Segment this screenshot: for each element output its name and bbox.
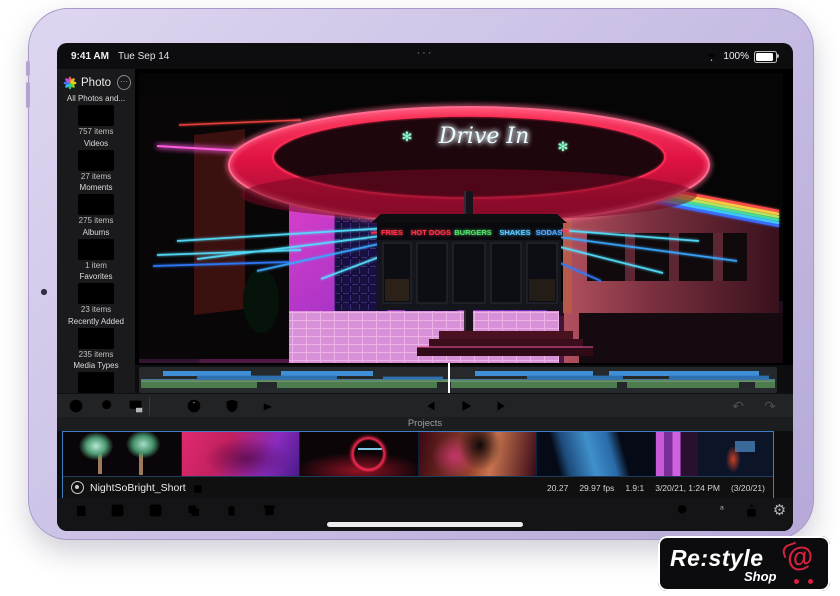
- sort-projects-icon[interactable]: [709, 502, 726, 519]
- add-shield-icon[interactable]: [223, 397, 241, 415]
- kiosk-sign-shakes: SHAKES: [499, 228, 530, 237]
- album-moments[interactable]: Moments 275 items: [57, 183, 135, 225]
- album-favorites[interactable]: Favorites 23 items: [57, 272, 135, 314]
- search-icon[interactable]: [99, 397, 117, 415]
- search-projects-icon[interactable]: [675, 502, 692, 519]
- front-camera: [41, 289, 47, 295]
- project-modified-date: 3/20/21, 1:24 PM: [655, 483, 720, 493]
- toolbar-divider: [149, 397, 150, 415]
- redo-icon[interactable]: ↷: [761, 397, 779, 415]
- library-options-icon[interactable]: ···: [117, 75, 131, 90]
- photos-app-icon: [63, 76, 77, 90]
- project-name[interactable]: NightSoBright_Short: [90, 482, 186, 494]
- neon-drive-in-scene: Drive In ✻ ✻: [139, 73, 783, 363]
- clip-info-icon[interactable]: [185, 397, 203, 415]
- album-recently-added[interactable]: Recently Added 235 items: [57, 317, 135, 359]
- multitasking-indicator[interactable]: ···: [57, 47, 793, 59]
- skip-to-end-icon[interactable]: [493, 397, 511, 415]
- filmstrip-frame-porch[interactable]: [656, 432, 774, 476]
- volume-down-button[interactable]: [26, 82, 30, 108]
- filmstrip-frame-pink-portrait[interactable]: [182, 432, 301, 476]
- project-aspect-ratio: 1.9:1: [625, 483, 644, 493]
- open-project-icon[interactable]: [71, 502, 88, 519]
- filmstrip-frame-palms[interactable]: [63, 432, 182, 476]
- folder-icon: [78, 372, 114, 393]
- video-preview-viewer[interactable]: Drive In ✻ ✻: [135, 69, 793, 365]
- project-framerate: 29.97 fps: [579, 483, 614, 493]
- playhead[interactable]: [448, 363, 450, 393]
- project-created-date: (3/20/21): [731, 483, 765, 493]
- library-layout-icon[interactable]: [127, 397, 145, 415]
- wifi-icon: [705, 50, 718, 63]
- new-project-icon[interactable]: [109, 502, 126, 519]
- album-all-photos[interactable]: All Photos and... 757 items: [57, 94, 135, 136]
- filmstrip-frame-blue-window[interactable]: [537, 432, 656, 476]
- archive-project-icon[interactable]: [261, 502, 278, 519]
- home-indicator[interactable]: [327, 522, 523, 527]
- project-duration: 20.27: [547, 483, 568, 493]
- project-filmstrip: [63, 432, 773, 476]
- volume-up-button[interactable]: [26, 61, 30, 76]
- undo-icon[interactable]: ↶: [729, 397, 747, 415]
- camera-heart-icon: [78, 283, 114, 304]
- folder-icon: [78, 105, 114, 126]
- battery-icon: [754, 51, 777, 63]
- play-icon[interactable]: [457, 397, 475, 415]
- duplicate-project-icon[interactable]: [185, 502, 202, 519]
- projects-toolbar: ⚙: [57, 498, 793, 531]
- media-library-sidebar: Photo ··· All Photos and... 757 items Vi…: [57, 69, 135, 393]
- filmstrip-frame-drive-in-sign[interactable]: [300, 432, 419, 476]
- album-albums[interactable]: Albums 1 item: [57, 228, 135, 270]
- marquee-neon-text: Drive In: [438, 124, 530, 149]
- kiosk-sign-hotdogs: HOT DOGS: [411, 228, 451, 237]
- project-notes-icon[interactable]: [192, 482, 204, 494]
- svg-text:✻: ✻: [402, 129, 413, 144]
- filmstrip-frame-face[interactable]: [419, 432, 538, 476]
- library-album-list: All Photos and... 757 items Videos 27 it…: [57, 92, 135, 406]
- album-videos[interactable]: Videos 27 items: [57, 139, 135, 181]
- skip-to-start-icon[interactable]: [421, 397, 439, 415]
- cart-wheel-icon: [808, 579, 813, 584]
- video-camera-icon: [78, 150, 114, 171]
- logo-brand-text: Re:style: [670, 545, 763, 572]
- camera-clock-icon: [78, 194, 114, 215]
- camera-icon: [78, 239, 114, 260]
- kiosk-sign-sodas: SODAS: [536, 228, 563, 237]
- status-bar: 9:41 AMTue Sep 14 ··· 100%: [57, 43, 793, 69]
- project-selected-radio-icon[interactable]: [71, 481, 84, 494]
- main-toolbar: ↶ ↷: [57, 393, 793, 418]
- svg-text:✻: ✻: [558, 139, 569, 154]
- share-project-icon[interactable]: [743, 502, 760, 519]
- battery-percent: 100%: [723, 51, 749, 62]
- project-info-row: NightSoBright_Short 20.27 29.97 fps 1.9:…: [63, 476, 773, 498]
- app-screen: 9:41 AMTue Sep 14 ··· 100% Photo ··· All…: [57, 43, 793, 531]
- kiosk-sign-fries: FRIES: [381, 228, 403, 237]
- settings-gear-icon[interactable]: ⚙: [771, 502, 788, 519]
- restyle-shop-logo: Re:style Shop @: [658, 536, 830, 591]
- library-source-title[interactable]: Photo: [81, 77, 111, 89]
- import-project-icon[interactable]: [147, 502, 164, 519]
- projects-section-title: Projects: [57, 417, 793, 431]
- cart-at-icon: @: [785, 540, 815, 574]
- add-marker-icon[interactable]: [261, 397, 279, 415]
- selected-project-strip[interactable]: NightSoBright_Short 20.27 29.97 fps 1.9:…: [62, 431, 774, 498]
- ipad-device: 9:41 AMTue Sep 14 ··· 100% Photo ··· All…: [28, 8, 814, 540]
- logo-sub-text: Shop: [744, 569, 777, 584]
- cart-wheel-icon: [794, 579, 799, 584]
- folder-icon: [78, 328, 114, 349]
- multiselect-icon[interactable]: [67, 397, 85, 415]
- delete-project-icon[interactable]: [223, 502, 240, 519]
- kiosk-sign-burgers: BURGERS: [454, 228, 492, 237]
- timeline-overview[interactable]: [139, 367, 777, 393]
